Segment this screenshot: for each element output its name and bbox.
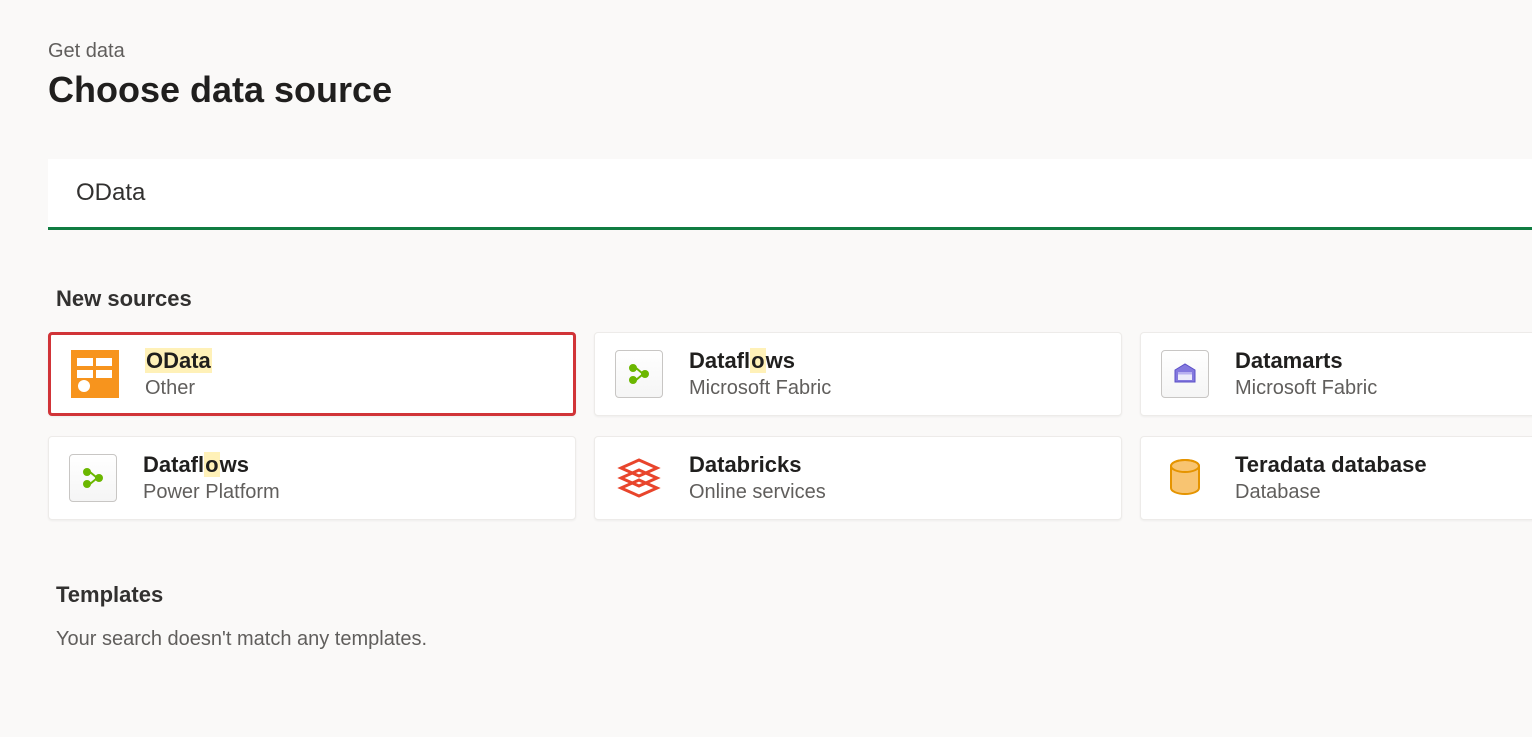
card-title: OData <box>145 348 212 374</box>
card-title: Databricks <box>689 452 826 478</box>
section-heading-templates: Templates <box>56 582 1532 608</box>
card-subtitle: Power Platform <box>143 481 280 504</box>
card-title: Dataflows <box>689 348 831 374</box>
source-card-datamarts[interactable]: Datamarts Microsoft Fabric <box>1140 332 1532 416</box>
card-title: Teradata database <box>1235 452 1427 478</box>
card-title: Dataflows <box>143 452 280 478</box>
card-subtitle: Database <box>1235 481 1427 504</box>
new-sources-grid: OData Other Dataflows Microsoft Fabric <box>48 332 1532 520</box>
card-subtitle: Online services <box>689 481 826 504</box>
card-subtitle: Other <box>145 377 212 400</box>
card-subtitle: Microsoft Fabric <box>689 377 831 400</box>
source-card-dataflows-fabric[interactable]: Dataflows Microsoft Fabric <box>594 332 1122 416</box>
source-card-teradata[interactable]: Teradata database Database <box>1140 436 1532 520</box>
section-heading-new-sources: New sources <box>56 286 1532 312</box>
templates-empty-message: Your search doesn't match any templates. <box>56 628 1532 651</box>
card-title: Datamarts <box>1235 348 1377 374</box>
card-subtitle: Microsoft Fabric <box>1235 377 1377 400</box>
search-container <box>48 159 1532 230</box>
dataflow-icon <box>611 346 667 402</box>
breadcrumb: Get data <box>48 40 1532 63</box>
source-card-dataflows-powerplatform[interactable]: Dataflows Power Platform <box>48 436 576 520</box>
odata-icon <box>67 346 123 402</box>
source-card-databricks[interactable]: Databricks Online services <box>594 436 1122 520</box>
teradata-icon <box>1157 450 1213 506</box>
page-title: Choose data source <box>48 69 1532 111</box>
databricks-icon <box>611 450 667 506</box>
search-input[interactable] <box>48 159 1532 230</box>
dataflow-icon <box>65 450 121 506</box>
datamart-icon <box>1157 346 1213 402</box>
source-card-odata[interactable]: OData Other <box>48 332 576 416</box>
